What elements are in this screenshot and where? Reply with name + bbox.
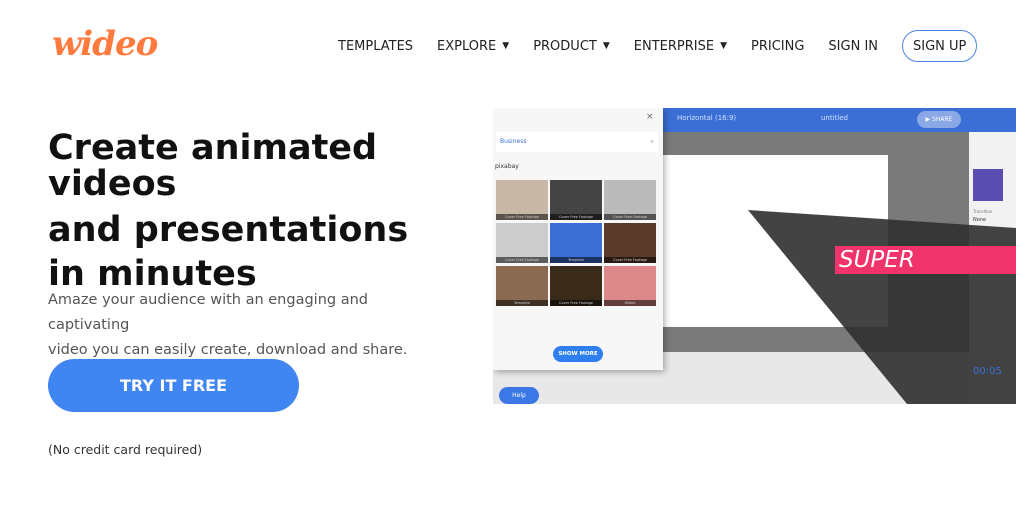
thumbnail-label: Cover Free Footage	[604, 214, 656, 220]
main-nav: TEMPLATES EXPLORE ▼ PRODUCT ▼ ENTERPRISE ▼ …	[338, 30, 978, 62]
nav-explore[interactable]: EXPLORE ▼	[437, 30, 509, 62]
thumbnail-label: Cover Free Footage	[550, 300, 602, 306]
subtitle-line: Amaze your audience with an engaging and…	[48, 292, 368, 333]
hero-line: Create animated	[48, 130, 378, 168]
nav-label: PRODUCT	[533, 38, 597, 54]
media-thumbnail: Cover Free Footage	[496, 223, 548, 263]
media-thumbnail: Cover Free Footage	[496, 180, 548, 220]
scene-time: 00:05	[973, 366, 1002, 377]
no-credit-card-note: (No credit card required)	[48, 442, 203, 457]
thumbnail-label: Cover Free Footage	[496, 257, 548, 263]
help-label: Help	[512, 392, 526, 399]
nav-label: ENTERPRISE	[633, 38, 715, 54]
nav-product[interactable]: PRODUCT ▼	[533, 30, 610, 62]
media-grid: Cover Free Footage Cover Free Footage Cove…	[496, 180, 656, 306]
hero-line: videos	[48, 164, 177, 204]
thumbnail-label: Template	[496, 300, 548, 306]
media-thumbnail: Template	[496, 266, 548, 306]
chevron-down-icon: ▼	[720, 41, 727, 51]
sign-up-button[interactable]: SIGN UP	[902, 30, 978, 62]
nav-label: SIGN UP	[913, 38, 967, 54]
media-panel: × Business ⌕ pixabay Cover Free Footage Co…	[493, 108, 663, 370]
thumbnail-label: Cover Free Footage	[496, 214, 548, 220]
nav-label: SIGN IN	[828, 38, 878, 54]
try-it-free-button[interactable]: TRY IT FREE	[48, 359, 299, 412]
thumbnail-label: Cover Free Footage	[550, 214, 602, 220]
editor-demo-image: Horizontal (16:9) untitled ▶ SHARE Trans…	[493, 108, 1016, 404]
chevron-down-icon: ▼	[602, 41, 610, 51]
hero-line: and presentations	[48, 210, 409, 250]
chevron-down-icon: ▼	[502, 41, 510, 51]
media-thumbnail: Wideo	[604, 266, 656, 306]
nav-pricing[interactable]: PRICING	[751, 30, 804, 62]
thumbnail-label: Cover Free Footage	[604, 257, 656, 263]
nav-templates[interactable]: TEMPLATES	[338, 30, 413, 62]
thumbnail-label: Template	[550, 257, 602, 263]
hero-subtitle: Amaze your audience with an engaging and…	[48, 288, 448, 363]
help-button: Help	[499, 387, 539, 404]
nav-label: PRICING	[751, 38, 805, 54]
media-thumbnail: Template	[550, 223, 602, 263]
nav-enterprise[interactable]: ENTERPRISE ▼	[634, 30, 727, 62]
nav-label: EXPLORE	[437, 38, 497, 54]
nav-sign-in[interactable]: SIGN IN	[828, 30, 878, 62]
super-text: SUPER	[835, 246, 1016, 274]
show-more-button: SHOW MORE	[553, 346, 603, 362]
media-thumbnail: Cover Free Footage	[604, 223, 656, 263]
media-search: Business ⌕	[496, 132, 658, 152]
nav-label: TEMPLATES	[338, 38, 414, 54]
thumbnail-label: Wideo	[604, 300, 656, 306]
media-thumbnail: Cover Free Footage	[550, 180, 602, 220]
wideo-logo[interactable]: wideo	[52, 24, 158, 64]
search-value: Business	[500, 138, 527, 145]
close-icon: ×	[646, 112, 654, 122]
hero-heading: Create animated videos and presentations…	[48, 130, 468, 288]
provider-logo: pixabay	[495, 163, 519, 170]
search-icon: ⌕	[650, 138, 654, 145]
hero-line: in minutes	[48, 254, 257, 288]
media-thumbnail: Cover Free Footage	[550, 266, 602, 306]
media-thumbnail: Cover Free Footage	[604, 180, 656, 220]
